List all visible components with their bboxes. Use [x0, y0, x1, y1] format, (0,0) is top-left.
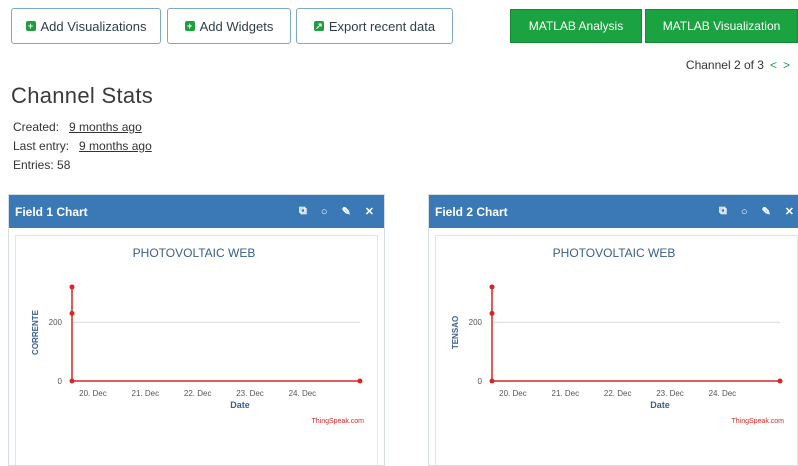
chart-credit: ThingSpeak.com: [311, 418, 364, 425]
data-point: [357, 378, 363, 384]
plus-icon: +: [25, 21, 36, 31]
field-2-chart: PHOTOVOLTAIC WEB 0 200 TENSAO 20. Dec 21. Dec…: [451, 246, 784, 425]
external-link-icon[interactable]: ⧉: [719, 205, 727, 218]
x-tick-label: 20. Dec: [79, 389, 107, 398]
data-point: [489, 378, 495, 384]
data-point: [777, 378, 783, 384]
matlab-visualization-button[interactable]: MATLAB Visualization: [645, 9, 798, 43]
x-tick-label: 21. Dec: [552, 389, 580, 398]
pencil-icon[interactable]: ✎: [762, 205, 771, 218]
comment-icon[interactable]: ○: [321, 206, 328, 218]
add-visualizations-label: Add Visualizations: [40, 18, 147, 34]
panel-title: Field 2 Chart: [435, 204, 508, 219]
data-point: [69, 284, 75, 290]
chart-credit: ThingSpeak.com: [731, 418, 784, 425]
entries-count: Entries: 58: [13, 158, 71, 172]
created-value: 9 months ago: [69, 120, 142, 134]
close-icon[interactable]: ✕: [365, 205, 374, 218]
chevron-right-icon[interactable]: >: [783, 58, 790, 72]
series-line: [491, 286, 780, 382]
x-axis-label: Date: [230, 400, 250, 410]
last-entry-label: Last entry:: [13, 139, 70, 153]
matlab-analysis-button[interactable]: MATLAB Analysis: [510, 9, 642, 43]
export-recent-data-label: Export recent data: [328, 18, 436, 34]
x-tick-label: 20. Dec: [499, 389, 527, 398]
chart-area: PHOTOVOLTAIC WEB 0 200 CORRENTE 20. Dec 21. D…: [15, 235, 378, 465]
comment-icon[interactable]: ○: [741, 206, 748, 218]
x-axis-label: Date: [650, 400, 670, 410]
pager-label: Channel 2 of 3: [685, 58, 764, 72]
x-tick-label: 22. Dec: [184, 389, 212, 398]
y-axis-label: TENSAO: [451, 316, 460, 349]
pencil-icon[interactable]: ✎: [342, 205, 351, 218]
close-icon[interactable]: ✕: [785, 205, 794, 218]
field-1-chart-panel: Field 1 Chart ⧉ ○ ✎ ✕ PHOTOVOLTAIC WEB 0 2…: [8, 194, 385, 466]
y-tick-label: 200: [469, 318, 483, 327]
add-visualizations-button[interactable]: + Add Visualizations: [11, 8, 161, 44]
y-tick-label: 0: [478, 377, 483, 386]
data-point: [489, 284, 495, 290]
plus-icon: +: [184, 21, 195, 31]
created-label: Created:: [13, 120, 60, 134]
field-2-chart-panel: Field 2 Chart ⧉ ○ ✎ ✕ PHOTOVOLTAIC WEB 0 2…: [428, 194, 798, 466]
field-1-chart: PHOTOVOLTAIC WEB 0 200 CORRENTE 20. Dec 21. D…: [31, 246, 364, 425]
x-tick-label: 21. Dec: [132, 389, 160, 398]
y-tick-label: 200: [49, 318, 63, 327]
last-entry-value: 9 months ago: [79, 139, 152, 153]
data-point: [489, 310, 495, 316]
chevron-left-icon[interactable]: <: [770, 58, 777, 72]
chart-area: PHOTOVOLTAIC WEB 0 200 TENSAO 20. Dec 21. Dec…: [435, 235, 798, 465]
export-recent-data-button[interactable]: ↗ Export recent data: [296, 8, 453, 44]
chart-title: PHOTOVOLTAIC WEB: [133, 246, 256, 260]
y-axis-label: CORRENTE: [31, 309, 40, 355]
page-title: Channel Stats: [11, 83, 154, 108]
channel-pager: Channel 2 of 3 < >: [686, 58, 790, 72]
export-icon: ↗: [313, 21, 324, 31]
last-entry-row: Last entry: 9 months ago: [13, 139, 152, 153]
panel-header: Field 1 Chart ⧉ ○ ✎ ✕: [9, 195, 384, 228]
x-tick-label: 24. Dec: [289, 389, 317, 398]
add-widgets-button[interactable]: + Add Widgets: [167, 8, 291, 44]
external-link-icon[interactable]: ⧉: [299, 205, 307, 218]
created-row: Created: 9 months ago: [13, 120, 142, 134]
data-point: [69, 378, 75, 384]
series-line: [71, 286, 360, 382]
panel-title: Field 1 Chart: [15, 204, 88, 219]
x-tick-label: 23. Dec: [236, 389, 264, 398]
x-tick-label: 23. Dec: [656, 389, 684, 398]
x-tick-label: 24. Dec: [709, 389, 737, 398]
data-point: [69, 310, 75, 316]
y-tick-label: 0: [58, 377, 63, 386]
panel-header: Field 2 Chart ⧉ ○ ✎ ✕: [429, 195, 798, 228]
chart-title: PHOTOVOLTAIC WEB: [553, 246, 676, 260]
x-tick-label: 22. Dec: [604, 389, 632, 398]
add-widgets-label: Add Widgets: [199, 18, 274, 34]
